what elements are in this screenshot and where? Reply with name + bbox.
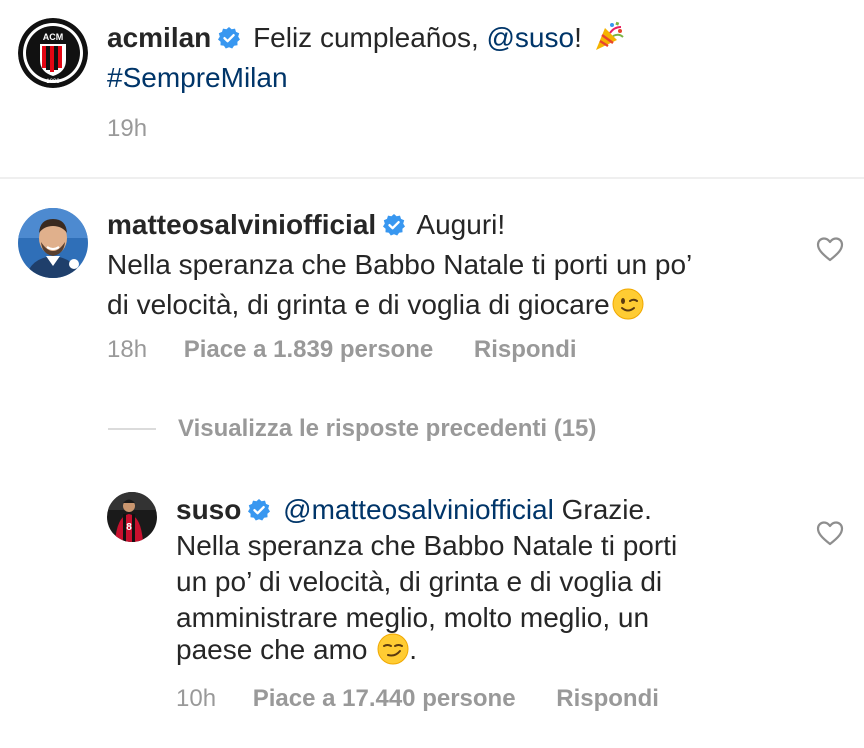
- reply-reply-button[interactable]: Rispondi: [556, 685, 659, 712]
- verified-badge-icon: [217, 21, 241, 61]
- comment-meta: 18h Piace a 1.839 persone Rispondi: [107, 336, 577, 364]
- reply-text-2: Nella speranza che Babbo Natale ti porti: [176, 530, 678, 561]
- comment-reply-button[interactable]: Rispondi: [474, 336, 577, 363]
- comment-line-1: matteosalviniofficial Auguri!: [107, 205, 505, 248]
- reply-text-5: paese che amo: [176, 634, 368, 665]
- post-hashtag-link[interactable]: #SempreMilan: [107, 62, 288, 93]
- section-divider: [0, 177, 864, 179]
- verified-badge-icon: [382, 208, 406, 248]
- reply-username[interactable]: suso: [176, 494, 241, 525]
- replies-divider-line: [108, 428, 156, 430]
- avatar-matteosalviniofficial[interactable]: [18, 208, 88, 278]
- reply-timestamp[interactable]: 10h: [176, 685, 216, 712]
- party-popper-icon: [592, 19, 626, 64]
- ac-milan-crest-icon: ACM 1899: [18, 18, 88, 88]
- reply-line-2: Nella speranza che Babbo Natale ti porti: [176, 526, 677, 566]
- avatar-suso[interactable]: 8: [107, 492, 157, 542]
- reply-likes-link[interactable]: Piace a 17.440 persone: [253, 685, 516, 712]
- comment-text-2: Nella speranza che Babbo Natale ti porti…: [107, 249, 693, 280]
- reply-text-4: amministrare meglio, molto meglio, un: [176, 602, 650, 633]
- view-previous-replies-button[interactable]: Visualizza le risposte precedenti (15): [178, 415, 596, 443]
- comment-likes-link[interactable]: Piace a 1.839 persone: [184, 336, 434, 363]
- post-caption-line-2: #SempreMilan: [107, 58, 288, 98]
- reply-line-5: paese che amo .: [176, 630, 417, 676]
- post-username[interactable]: acmilan: [107, 22, 211, 53]
- comment-line-2: Nella speranza che Babbo Natale ti porti…: [107, 245, 692, 285]
- view-previous-replies-label: Visualizza le risposte precedenti (15): [178, 415, 597, 442]
- post-timestamp[interactable]: 19h: [107, 115, 147, 142]
- reply-text-3: un po’ di velocità, di grinta e di vogli…: [176, 566, 663, 597]
- comment-text-3: di velocità, di grinta e di voglia di gi…: [107, 289, 610, 320]
- avatar-acmilan[interactable]: ACM 1899: [18, 18, 88, 88]
- comment-username[interactable]: matteosalviniofficial: [107, 209, 376, 240]
- post-caption-text: Feliz cumpleaños,: [253, 22, 479, 53]
- smirking-face-icon: [377, 633, 409, 676]
- reply-text-1: Grazie.: [561, 494, 652, 525]
- reply-text-5-end: .: [409, 634, 418, 665]
- user-photo-icon: 8: [107, 492, 157, 542]
- svg-text:8: 8: [126, 522, 132, 533]
- comment-timestamp[interactable]: 18h: [107, 336, 147, 363]
- like-heart-icon[interactable]: [816, 520, 844, 551]
- like-heart-icon[interactable]: [816, 236, 844, 267]
- comment-text-1: Auguri!: [416, 209, 506, 240]
- reply-meta: 10h Piace a 17.440 persone Rispondi: [176, 685, 659, 713]
- reply-line-3: un po’ di velocità, di grinta e di vogli…: [176, 562, 662, 602]
- user-photo-icon: [18, 208, 88, 278]
- winking-face-icon: [612, 288, 644, 331]
- post-meta: 19h: [107, 115, 147, 143]
- post-mention-link[interactable]: @suso: [487, 22, 575, 53]
- svg-text:1899: 1899: [46, 79, 60, 85]
- svg-text:ACM: ACM: [43, 32, 64, 42]
- comment-line-3: di velocità, di grinta e di voglia di gi…: [107, 285, 644, 331]
- post-caption-exclaim: !: [574, 22, 582, 53]
- reply-mention-link[interactable]: @matteosalviniofficial: [283, 494, 554, 525]
